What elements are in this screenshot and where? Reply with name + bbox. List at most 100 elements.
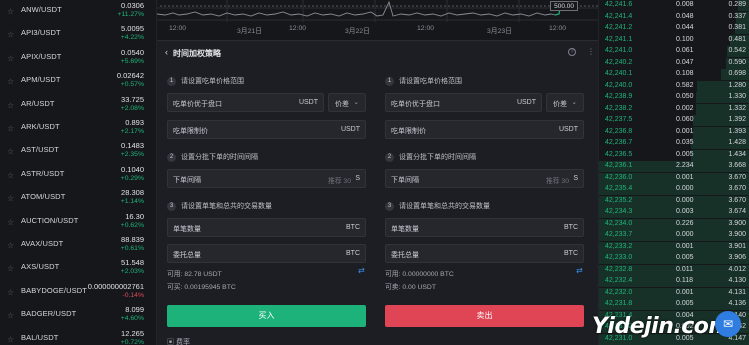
orderbook-qty: 0.001 — [676, 288, 694, 296]
pair-change: +2.08% — [120, 104, 144, 112]
orderbook-row[interactable]: 42,238.2 0.002 1.332 — [599, 103, 749, 115]
pair-row[interactable]: ☆ AXS/USDT 51.548 +2.03% — [0, 258, 156, 282]
orderbook-row[interactable]: 42,233.7 0.000 3.900 — [599, 230, 749, 241]
orderbook-row[interactable]: 42,237.5 0.060 1.392 — [599, 115, 749, 126]
orderbook-qty: 0.001 — [676, 242, 694, 250]
sell-available: 可用: 0.00000000 BTC — [385, 271, 454, 278]
orderbook-qty: 0.061 — [676, 47, 694, 54]
pair-row[interactable]: ☆ BADGER/USDT 8.099 +4.60% — [0, 305, 156, 329]
pair-row[interactable]: ☆ AVAX/USDT 88.839 +0.61% — [0, 235, 156, 259]
orderbook-row[interactable]: 42,233.2 0.001 3.901 — [599, 241, 749, 253]
orderbook-price: 42,240.0 — [605, 81, 633, 89]
pair-row[interactable]: ☆ AUCTION/USDT 16.30 +0.62% — [0, 212, 156, 236]
star-icon[interactable]: ☆ — [7, 54, 14, 63]
orderbook-row[interactable]: 42,241.4 0.048 0.337 — [599, 11, 749, 23]
orderbook-row[interactable]: 42,241.0 0.061 0.542 — [599, 46, 749, 57]
pair-row[interactable]: ☆ ARK/USDT 0.893 +2.17% — [0, 118, 156, 142]
chevron-down-icon: ⌄ — [571, 98, 577, 106]
orderbook-qty: 0.000 — [676, 231, 694, 238]
pair-row[interactable]: ☆ BABYDOGE/USDT 0.000000002761 -0.14% — [0, 282, 156, 306]
orderbook-row[interactable]: 42,236.1 2.234 3.668 — [599, 161, 749, 172]
orderbook-row[interactable]: 42,234.3 0.003 3.674 — [599, 207, 749, 218]
buy-single-qty-input[interactable]: 单笔数量 BTC — [167, 218, 366, 237]
orderbook-row[interactable]: 42,236.8 0.001 1.393 — [599, 126, 749, 138]
orderbook-total: 4.131 — [728, 288, 746, 296]
pair-change: -0.14% — [122, 291, 144, 299]
star-icon[interactable]: ☆ — [7, 101, 14, 110]
orderbook-row[interactable]: 42,240.1 0.108 0.698 — [599, 69, 749, 80]
orderbook-row[interactable]: 42,235.2 0.000 3.670 — [599, 195, 749, 207]
orderbook-row[interactable]: 42,238.9 0.050 1.330 — [599, 92, 749, 103]
star-icon[interactable]: ☆ — [7, 218, 14, 227]
pair-row[interactable]: ☆ BAL/USDT 12.265 +0.72% — [0, 329, 156, 345]
orderbook-row[interactable]: 42,240.0 0.582 1.280 — [599, 80, 749, 92]
orderbook-row[interactable]: 42,241.2 0.044 0.381 — [599, 23, 749, 34]
orderbook-total: 3.670 — [728, 173, 746, 181]
orderbook-row[interactable]: 42,241.6 0.008 0.289 — [599, 0, 749, 11]
sell-interval-input[interactable]: 下单间隔 推荐 30 S — [385, 169, 584, 188]
pair-row[interactable]: ☆ APM/USDT 0.02642 +0.57% — [0, 71, 156, 95]
sell-price-select[interactable]: 价差 ⌄ — [546, 93, 584, 112]
star-icon[interactable]: ☆ — [7, 264, 14, 273]
orderbook-row[interactable]: 42,236.7 0.035 1.428 — [599, 138, 749, 149]
buy-total-qty-input[interactable]: 委托总量 BTC — [167, 244, 366, 263]
star-icon[interactable]: ☆ — [7, 288, 14, 297]
pair-row[interactable]: ☆ ANW/USDT 0.0306 +11.27% — [0, 1, 156, 25]
sell-price-input[interactable]: 吃单价优于盘口 USDT — [385, 93, 542, 112]
orderbook-row[interactable]: 42,234.0 0.226 3.900 — [599, 218, 749, 230]
buy-button[interactable]: 买入 — [167, 305, 366, 327]
more-vertical-icon[interactable]: ⋮ — [587, 47, 595, 56]
orderbook-row[interactable]: 42,232.8 0.011 4.012 — [599, 264, 749, 276]
pair-name: API3/USDT — [21, 28, 61, 38]
buy-price-select[interactable]: 价差 ⌄ — [328, 93, 366, 112]
orderbook-row[interactable]: 42,241.1 0.100 0.481 — [599, 34, 749, 46]
pair-change: +4.60% — [120, 315, 144, 323]
transfer-icon[interactable]: ⇄ — [358, 266, 365, 275]
buy-price-input[interactable]: 吃单价优于盘口 USDT — [167, 93, 324, 112]
pair-row[interactable]: ☆ API3/USDT 5.0095 +4.22% — [0, 24, 156, 48]
orderbook-total: 1.428 — [728, 139, 746, 146]
sell-interval-label: 下单间隔 — [391, 177, 419, 184]
buy-interval-input[interactable]: 下单间隔 推荐 30 S — [167, 169, 366, 188]
star-icon[interactable]: ☆ — [7, 241, 14, 250]
pair-name: AST/USDT — [21, 145, 59, 155]
pair-row[interactable]: ☆ AST/USDT 0.1483 +2.35% — [0, 141, 156, 165]
pair-row[interactable]: ☆ ASTR/USDT 0.1040 +0.29% — [0, 165, 156, 189]
sell-single-qty-input[interactable]: 单笔数量 BTC — [385, 218, 584, 237]
pair-change: +2.03% — [120, 268, 144, 276]
sell-button[interactable]: 卖出 — [385, 305, 584, 327]
chat-bubble-icon[interactable]: ✉ — [715, 311, 741, 337]
orderbook-price: 42,236.0 — [605, 173, 633, 181]
buy-limit-input[interactable]: 吃单限制价 USDT — [167, 120, 366, 139]
pair-name: AVAX/USDT — [21, 239, 64, 248]
transfer-icon[interactable]: ⇄ — [576, 266, 583, 275]
orderbook-price: 42,235.2 — [605, 196, 633, 204]
pair-price: 8.099 — [125, 305, 144, 315]
orderbook-row[interactable]: 42,236.5 0.005 1.434 — [599, 149, 749, 161]
star-icon[interactable]: ☆ — [7, 77, 14, 86]
pair-change: +0.72% — [120, 338, 144, 345]
sell-limit-input[interactable]: 吃单限制价 USDT — [385, 120, 584, 139]
orderbook-row[interactable]: 42,231.8 0.005 4.136 — [599, 299, 749, 310]
star-icon[interactable]: ☆ — [7, 7, 14, 16]
orderbook-row[interactable]: 42,236.0 0.001 3.670 — [599, 172, 749, 184]
pair-row[interactable]: ☆ ATOM/USDT 28.308 +1.14% — [0, 188, 156, 212]
star-icon[interactable]: ☆ — [7, 194, 14, 203]
fee-link[interactable]: ▣ 费率 — [167, 337, 190, 345]
star-icon[interactable]: ☆ — [7, 124, 14, 133]
orderbook-qty: 0.108 — [676, 70, 694, 77]
star-icon[interactable]: ☆ — [7, 335, 14, 344]
pair-row[interactable]: ☆ AR/USDT 33.725 +2.08% — [0, 95, 156, 119]
orderbook-row[interactable]: 42,232.0 0.001 4.131 — [599, 287, 749, 299]
orderbook-row[interactable]: 42,233.0 0.005 3.906 — [599, 253, 749, 264]
star-icon[interactable]: ☆ — [7, 171, 14, 180]
orderbook-row[interactable]: 42,232.4 0.118 4.130 — [599, 276, 749, 287]
pair-row[interactable]: ☆ APIX/USDT 0.0540 +5.69% — [0, 48, 156, 72]
sell-step-1: 1 请设置吃单价格范围 — [385, 76, 462, 88]
star-icon[interactable]: ☆ — [7, 147, 14, 156]
star-icon[interactable]: ☆ — [7, 30, 14, 39]
sell-total-qty-input[interactable]: 委托总量 BTC — [385, 244, 584, 263]
star-icon[interactable]: ☆ — [7, 311, 14, 320]
orderbook-row[interactable]: 42,235.4 0.000 3.670 — [599, 184, 749, 195]
orderbook-row[interactable]: 42,240.2 0.047 0.590 — [599, 57, 749, 69]
